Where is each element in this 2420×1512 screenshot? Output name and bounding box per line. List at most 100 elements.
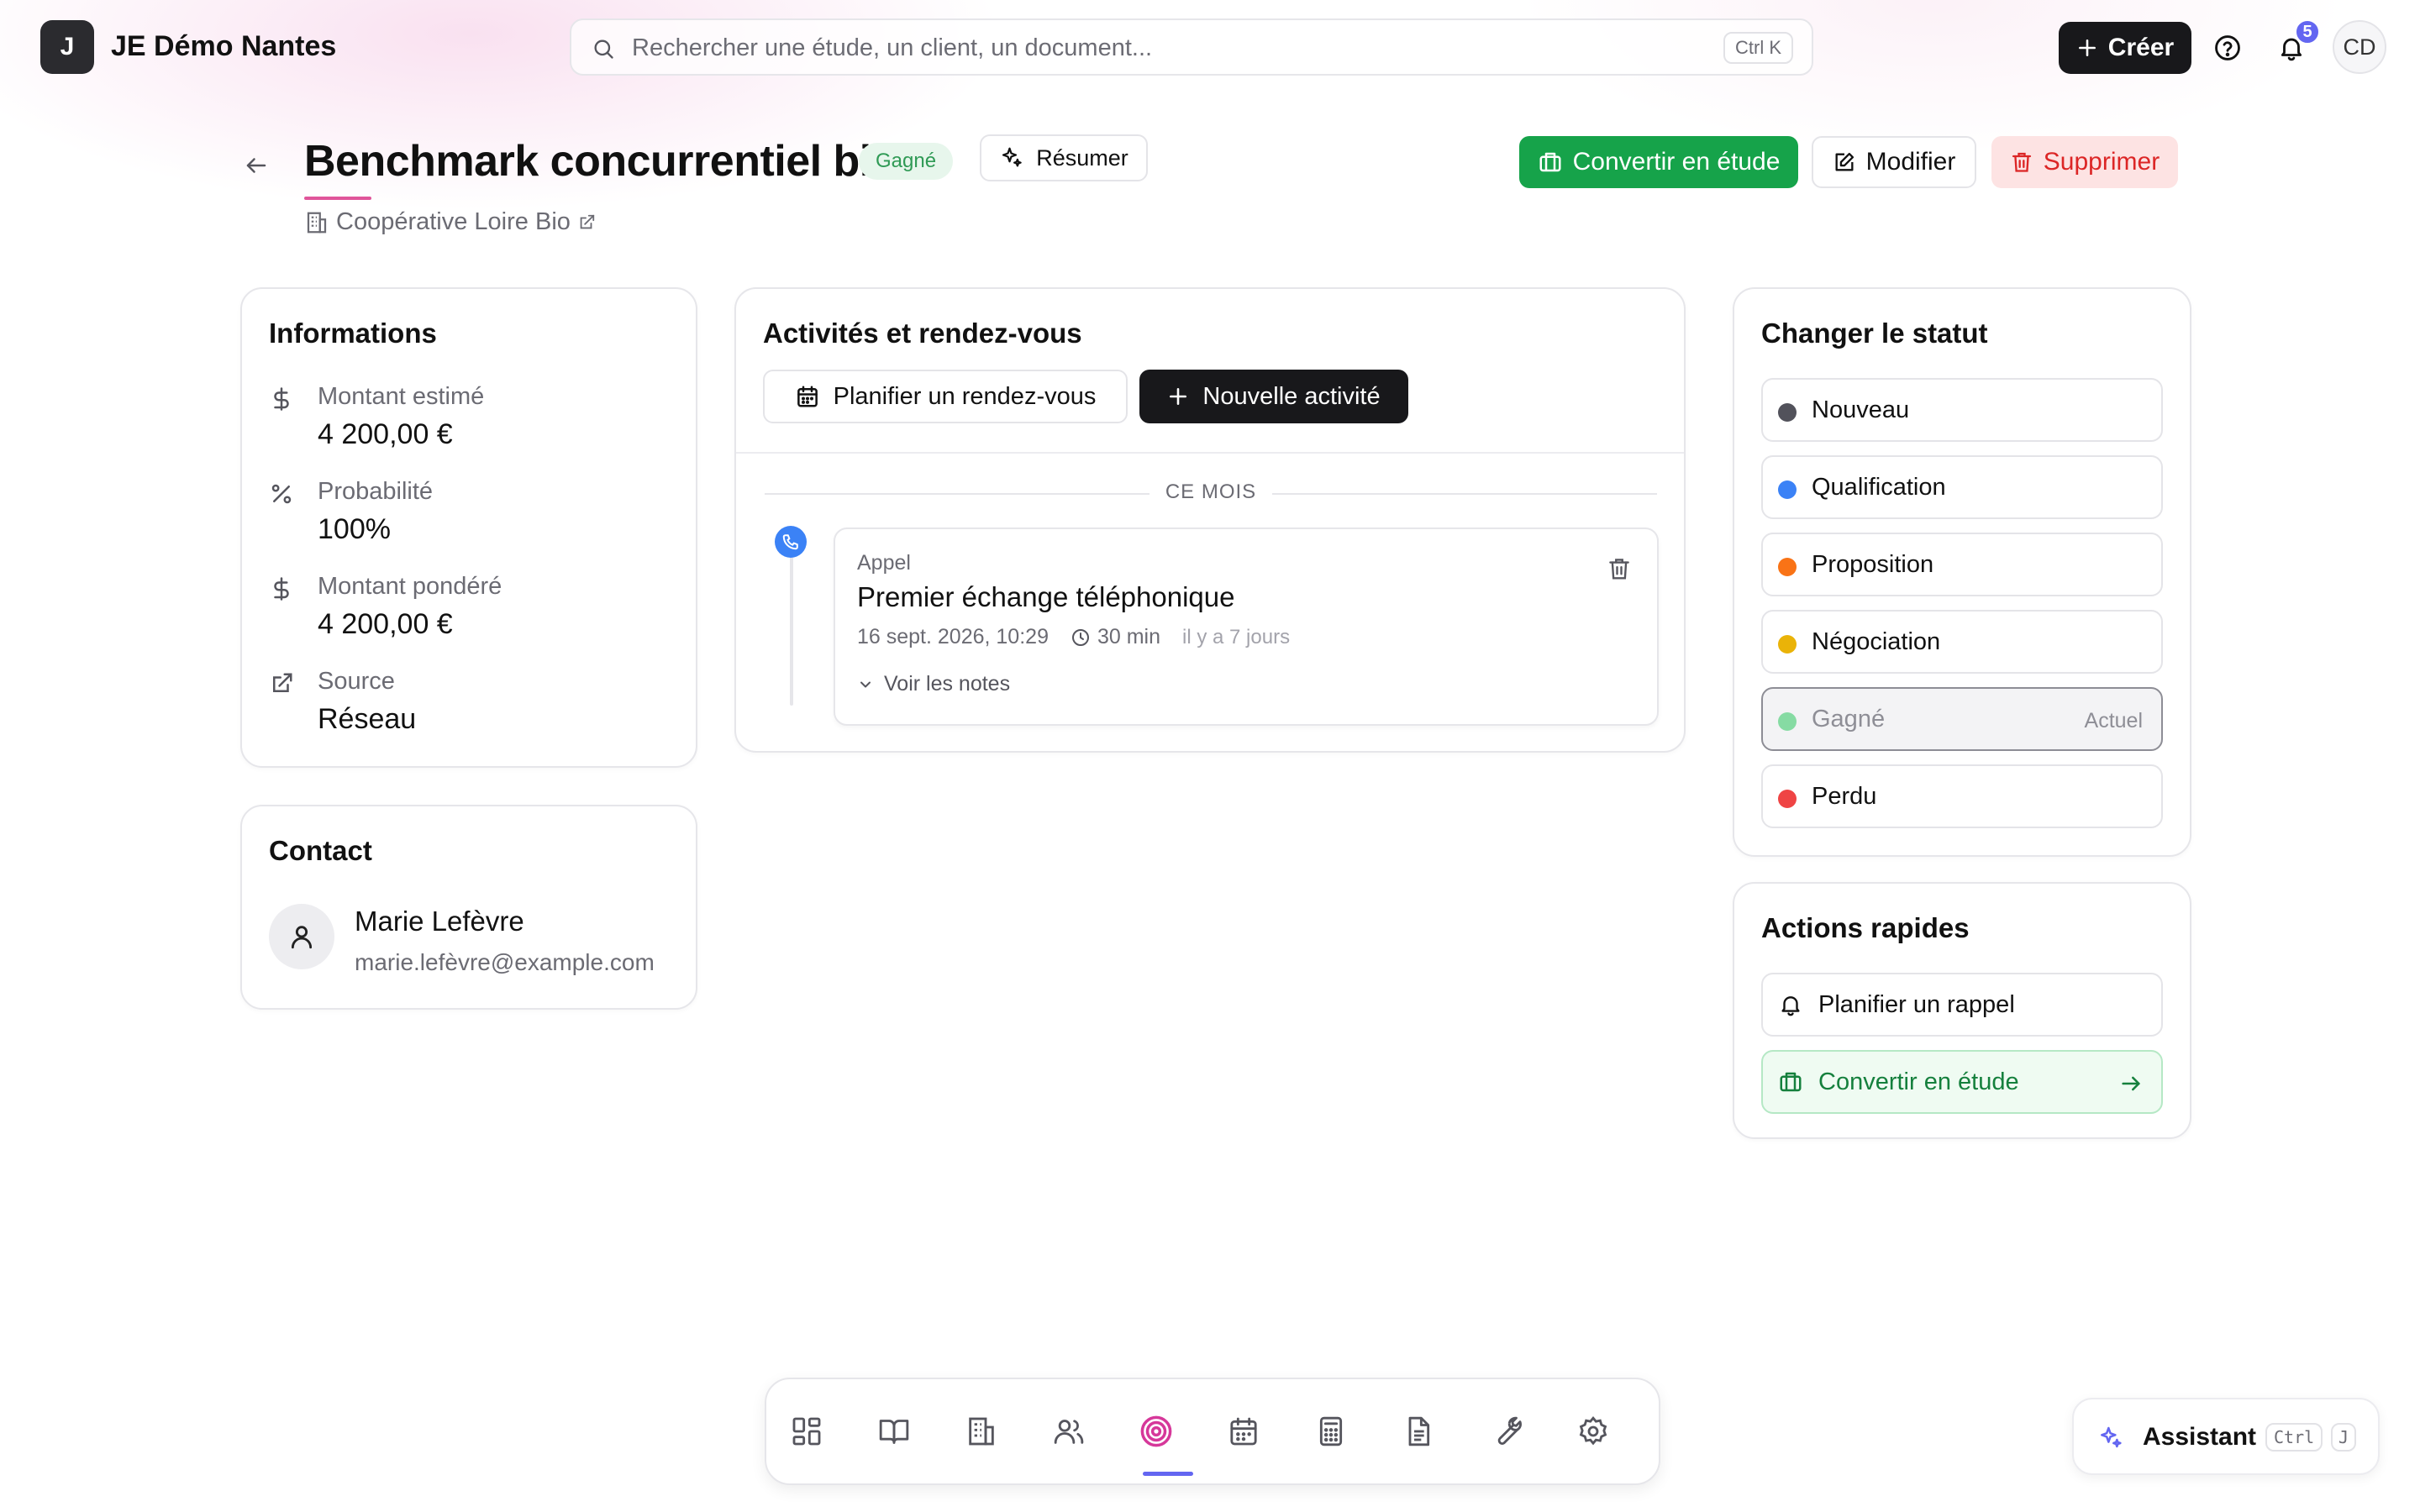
view-notes-toggle[interactable]: Voir les notes	[857, 672, 1010, 696]
edit-label: Modifier	[1865, 148, 1956, 176]
dollar-icon	[269, 576, 294, 601]
users-icon	[1052, 1415, 1086, 1448]
status-dot	[1778, 403, 1797, 422]
trash-icon	[1607, 556, 1632, 581]
assistant-button[interactable]: Assistant Ctrl J	[2072, 1398, 2380, 1475]
activity-relative-time: il y a 7 jours	[1182, 625, 1291, 648]
activity-meta: 16 sept. 2026, 10:29 30 min il y a 7 jou…	[857, 625, 1290, 649]
arrow-right-icon	[2119, 1072, 2143, 1095]
status-option-label: Gagné	[1812, 706, 1886, 732]
arrow-left-icon	[244, 153, 269, 178]
org-logo[interactable]: J	[40, 20, 94, 74]
plus-icon	[1167, 386, 1189, 407]
trash-icon	[2010, 150, 2033, 174]
status-dot	[1778, 558, 1797, 576]
wrench-icon	[1489, 1415, 1523, 1448]
status-card-title: Changer le statut	[1761, 318, 1988, 349]
info-label: Probabilité	[318, 478, 434, 505]
document-icon	[1402, 1415, 1435, 1448]
summarize-button[interactable]: Résumer	[980, 134, 1148, 181]
activities-card: Activités et rendez-vous Planifier un re…	[734, 287, 1686, 753]
status-option-qualification[interactable]: Qualification	[1761, 455, 2163, 519]
user-avatar[interactable]: CD	[2333, 20, 2386, 74]
schedule-reminder-button[interactable]: Planifier un rappel	[1761, 973, 2163, 1037]
sparkles-icon	[2097, 1425, 2124, 1452]
status-option-nouveau[interactable]: Nouveau	[1761, 378, 2163, 442]
delete-button[interactable]: Supprimer	[1991, 136, 2178, 188]
global-search[interactable]: Ctrl K	[570, 18, 1813, 76]
status-option-label: Proposition	[1812, 551, 1934, 578]
back-button[interactable]	[239, 148, 274, 183]
assistant-label: Assistant	[2143, 1423, 2257, 1451]
briefcase-icon	[1778, 1069, 1803, 1095]
quick-actions-title: Actions rapides	[1761, 912, 1970, 943]
dock-item-users[interactable]	[1042, 1404, 1096, 1458]
dock-item-calendar[interactable]	[1217, 1404, 1270, 1458]
dock-item-dashboard[interactable]	[780, 1404, 834, 1458]
summarize-label: Résumer	[1036, 144, 1128, 171]
convert-to-study-button[interactable]: Convertir en étude	[1519, 136, 1798, 188]
info-value: 100%	[318, 513, 391, 545]
status-badge: Gagné	[859, 143, 954, 180]
title-accent-bar	[304, 197, 371, 200]
edit-button[interactable]: Modifier	[1812, 136, 1976, 188]
avatar	[269, 904, 334, 969]
assistant-shortcut-modifier: Ctrl	[2265, 1423, 2323, 1452]
org-name[interactable]: JE Démo Nantes	[111, 30, 336, 63]
client-link[interactable]: Coopérative Loire Bio	[304, 208, 596, 236]
info-label: Source	[318, 668, 395, 695]
status-option-gagne: Gagné Actuel	[1761, 687, 2163, 751]
target-icon	[1139, 1414, 1174, 1449]
top-bar: J JE Démo Nantes Ctrl K Créer 5 CD	[0, 0, 2420, 94]
dock-active-indicator	[1143, 1472, 1193, 1476]
dock-item-documents[interactable]	[1392, 1404, 1445, 1458]
quick-convert-label: Convertir en étude	[1818, 1068, 2019, 1095]
activity-item[interactable]: Appel Premier échange téléphonique 16 se…	[834, 528, 1659, 726]
calendar-icon	[795, 384, 820, 409]
status-option-perdu[interactable]: Perdu	[1761, 764, 2163, 828]
chevron-down-icon	[857, 676, 874, 693]
status-dot	[1778, 712, 1797, 731]
quick-convert-button[interactable]: Convertir en étude	[1761, 1050, 2163, 1114]
status-option-proposition[interactable]: Proposition	[1761, 533, 2163, 596]
notifications-badge: 5	[2294, 18, 2321, 45]
info-label: Montant pondéré	[318, 573, 502, 600]
bell-icon	[1778, 992, 1803, 1017]
contact-name[interactable]: Marie Lefèvre	[355, 906, 524, 937]
status-option-label: Nouveau	[1812, 396, 1910, 423]
contact-email[interactable]: marie.lefèvre@example.com	[355, 949, 655, 976]
dock-item-calculator[interactable]	[1304, 1404, 1358, 1458]
schedule-reminder-label: Planifier un rappel	[1818, 990, 2015, 1018]
schedule-meeting-button[interactable]: Planifier un rendez-vous	[763, 370, 1128, 423]
new-activity-button[interactable]: Nouvelle activité	[1139, 370, 1408, 423]
status-option-label: Perdu	[1812, 783, 1877, 810]
dashboard-icon	[790, 1415, 823, 1448]
building-icon	[304, 210, 329, 235]
user-icon	[287, 922, 316, 951]
month-label: CE MOIS	[1165, 480, 1257, 503]
external-link-icon	[577, 213, 596, 232]
assistant-shortcut-key: J	[2331, 1423, 2356, 1452]
page-title: Benchmark concurrentiel bio	[304, 137, 898, 186]
dock-item-clients[interactable]	[955, 1404, 1008, 1458]
dock-item-opportunities[interactable]	[1129, 1404, 1183, 1458]
new-activity-label: Nouvelle activité	[1202, 382, 1381, 410]
divider	[736, 452, 1684, 454]
activity-duration: 30 min	[1071, 625, 1160, 649]
briefcase-icon	[1538, 150, 1563, 175]
search-icon	[592, 37, 615, 60]
info-card: Informations Montant estimé 4 200,00 € P…	[240, 287, 697, 768]
plus-icon	[2076, 37, 2098, 59]
dock-item-settings[interactable]	[1566, 1404, 1620, 1458]
dock-item-tools[interactable]	[1479, 1404, 1533, 1458]
create-button[interactable]: Créer	[2059, 22, 2191, 74]
help-icon	[2213, 34, 2242, 62]
status-option-negociation[interactable]: Négociation	[1761, 610, 2163, 674]
schedule-meeting-label: Planifier un rendez-vous	[833, 382, 1097, 410]
dock-item-book[interactable]	[867, 1404, 921, 1458]
activities-card-title: Activités et rendez-vous	[763, 318, 1082, 349]
delete-activity-button[interactable]	[1607, 556, 1632, 581]
search-input[interactable]	[632, 30, 1691, 66]
info-value: 4 200,00 €	[318, 418, 453, 450]
help-button[interactable]	[2208, 29, 2247, 67]
